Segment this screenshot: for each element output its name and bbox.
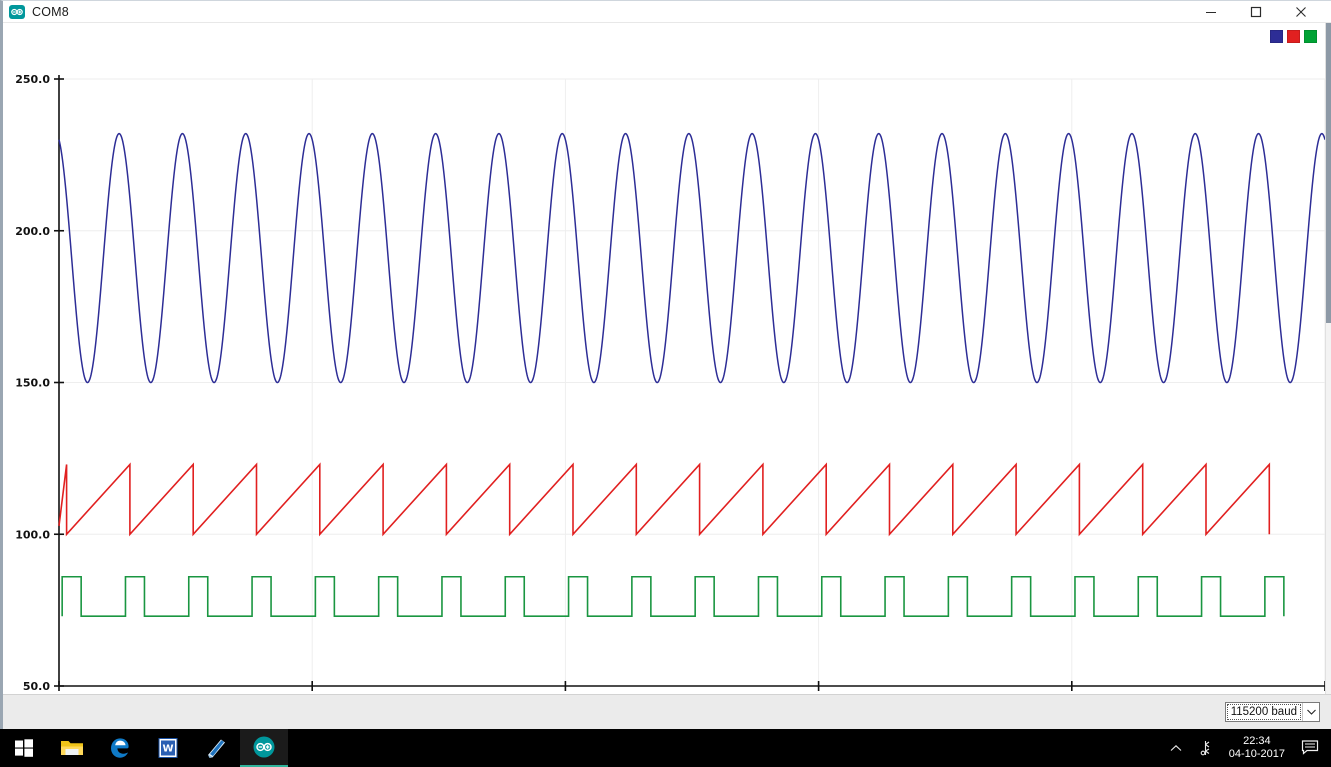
arduino-infinity-icon [252, 735, 276, 759]
y-axis-tick-label: 50.0 [23, 680, 50, 693]
word-button[interactable]: W [144, 729, 192, 767]
baud-rate-select[interactable]: 115200 baud [1225, 702, 1320, 722]
plot-background [3, 23, 1331, 695]
series-1-swatch [1270, 30, 1283, 43]
chevron-down-icon[interactable] [1302, 703, 1319, 721]
onenote-icon [205, 737, 227, 759]
legend [1270, 30, 1317, 43]
y-axis-tick-label: 200.0 [15, 225, 50, 238]
bottom-bar: 115200 baud [3, 694, 1331, 729]
close-button[interactable] [1278, 1, 1323, 23]
file-explorer-button[interactable] [48, 729, 96, 767]
y-axis-tick-label: 250.0 [15, 73, 50, 86]
maximize-button[interactable] [1233, 1, 1278, 23]
plot-region: 50.0100.0150.0200.0250.09980999909100009… [3, 23, 1331, 695]
clock-time: 22:34 [1243, 735, 1271, 748]
taskbar-app-list: W [0, 729, 288, 767]
notification-icon[interactable] [1293, 729, 1327, 767]
folder-icon [60, 738, 84, 758]
y-axis-tick-label: 150.0 [15, 377, 50, 390]
window-scrollbar-thumb[interactable] [1326, 23, 1331, 323]
edge-icon [108, 736, 132, 760]
series-3-swatch [1304, 30, 1317, 43]
clock[interactable]: 22:34 04-10-2017 [1221, 729, 1293, 767]
windows-logo-icon [14, 738, 34, 758]
onenote-button[interactable] [192, 729, 240, 767]
network-icon[interactable] [1191, 729, 1221, 767]
windows-taskbar: W [0, 729, 1331, 767]
chevron-up-icon[interactable] [1161, 729, 1191, 767]
series-2-swatch [1287, 30, 1300, 43]
arduino-infinity-icon [9, 4, 25, 20]
baud-rate-value: 115200 baud [1227, 704, 1301, 720]
clock-date: 04-10-2017 [1229, 748, 1285, 761]
minimize-button[interactable] [1188, 1, 1233, 23]
serial-plotter-window: COM8 50.0100.0150.0200.0250.099809999091… [0, 0, 1331, 729]
y-axis-tick-label: 100.0 [15, 528, 50, 541]
edge-button[interactable] [96, 729, 144, 767]
window-scrollbar[interactable] [1325, 23, 1331, 729]
start-button[interactable] [0, 729, 48, 767]
window-controls [1188, 1, 1323, 23]
title-bar[interactable]: COM8 [3, 1, 1331, 23]
system-tray: 22:34 04-10-2017 [1161, 729, 1331, 767]
serial-plot-chart: 50.0100.0150.0200.0250.09980999909100009… [3, 23, 1331, 695]
arduino-ide-button[interactable] [240, 729, 288, 767]
word-document-icon: W [157, 737, 179, 759]
window-title: COM8 [32, 1, 69, 23]
svg-text:W: W [162, 744, 173, 755]
